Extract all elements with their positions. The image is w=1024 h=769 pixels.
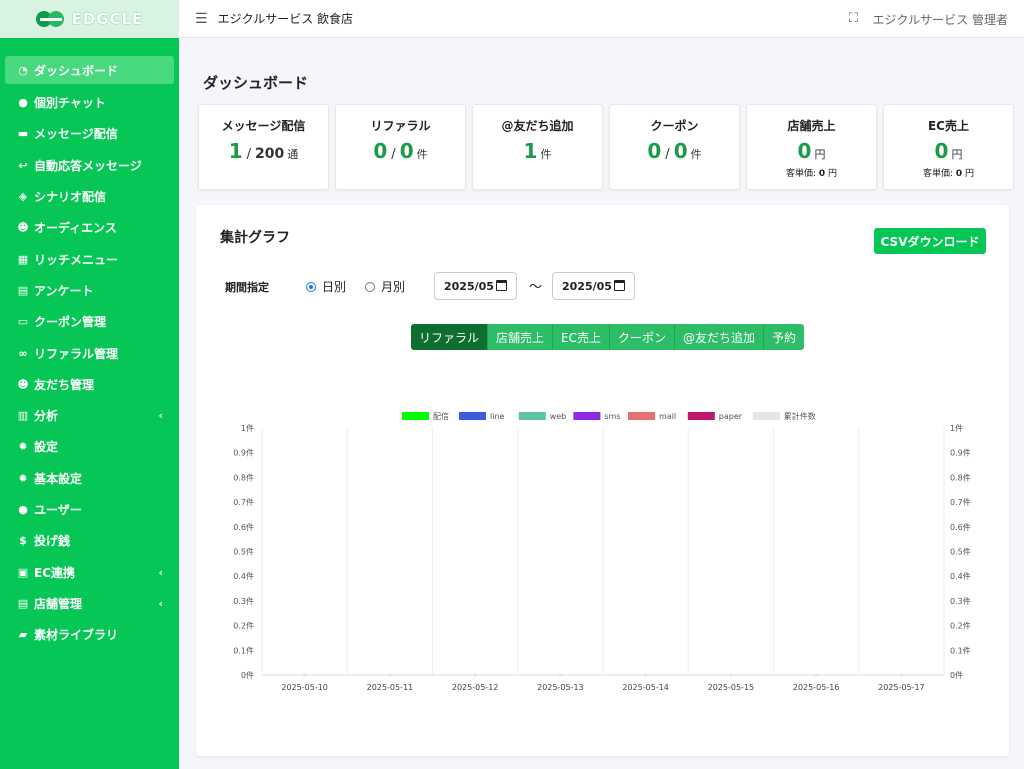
legend-swatch xyxy=(518,412,546,420)
y-tick-label: 0件 xyxy=(241,670,254,680)
x-tick-label: 2025-05-11 xyxy=(367,683,414,692)
x-tick-label: 2025-05-13 xyxy=(537,683,584,692)
y2-tick-label: 1件 xyxy=(950,423,963,433)
y-tick-label: 0.4件 xyxy=(233,571,254,581)
x-tick-label: 2025-05-14 xyxy=(622,683,669,692)
data-point xyxy=(558,673,562,677)
y-tick-label: 0.2件 xyxy=(233,621,254,631)
y-tick-label: 0.8件 xyxy=(233,472,254,482)
data-point xyxy=(303,673,307,677)
y-tick-label: 0.6件 xyxy=(233,522,254,532)
y-tick-label: 0.5件 xyxy=(233,547,254,557)
y2-tick-label: 0.3件 xyxy=(950,596,971,606)
y-tick-label: 0.1件 xyxy=(233,645,254,655)
x-tick-label: 2025-05-15 xyxy=(708,683,755,692)
x-tick-label: 2025-05-12 xyxy=(452,683,499,692)
legend-label: paper xyxy=(719,412,743,421)
legend-swatch xyxy=(752,412,780,420)
y2-tick-label: 0.5件 xyxy=(950,547,971,557)
legend-swatch xyxy=(459,412,486,420)
y-tick-label: 0.3件 xyxy=(233,596,254,606)
x-tick-label: 2025-05-17 xyxy=(878,683,925,692)
legend-label: line xyxy=(490,412,505,421)
y2-tick-label: 0.2件 xyxy=(950,621,971,631)
legend-swatch xyxy=(573,412,601,420)
legend-swatch xyxy=(402,412,429,420)
y-tick-label: 1件 xyxy=(241,423,254,433)
y-tick-label: 0.7件 xyxy=(233,497,254,507)
y2-tick-label: 0件 xyxy=(950,670,963,680)
legend-swatch xyxy=(687,412,715,420)
data-point xyxy=(814,673,818,677)
legend-swatch xyxy=(628,412,655,420)
y2-tick-label: 0.4件 xyxy=(950,571,971,581)
legend-label: 配信 xyxy=(433,411,449,421)
y2-tick-label: 0.9件 xyxy=(950,448,971,458)
y-tick-label: 0.9件 xyxy=(233,448,254,458)
y2-tick-label: 0.7件 xyxy=(950,497,971,507)
legend-label: web xyxy=(550,412,567,421)
data-point xyxy=(473,673,477,677)
data-point xyxy=(388,673,392,677)
y2-tick-label: 0.8件 xyxy=(950,472,971,482)
data-point xyxy=(899,673,903,677)
legend-label: sms xyxy=(604,412,620,421)
x-tick-label: 2025-05-10 xyxy=(281,683,328,692)
chart: 配信 line web sms mail paper 累計件数 0件 0件 0.1件 0.1件 0.2… xyxy=(233,411,971,692)
data-point xyxy=(729,673,733,677)
legend-label: 累計件数 xyxy=(784,411,816,421)
data-point xyxy=(644,673,648,677)
legend-label: mail xyxy=(659,412,676,421)
y2-tick-label: 0.1件 xyxy=(950,645,971,655)
y2-tick-label: 0.6件 xyxy=(950,522,971,532)
x-tick-label: 2025-05-16 xyxy=(793,683,840,692)
